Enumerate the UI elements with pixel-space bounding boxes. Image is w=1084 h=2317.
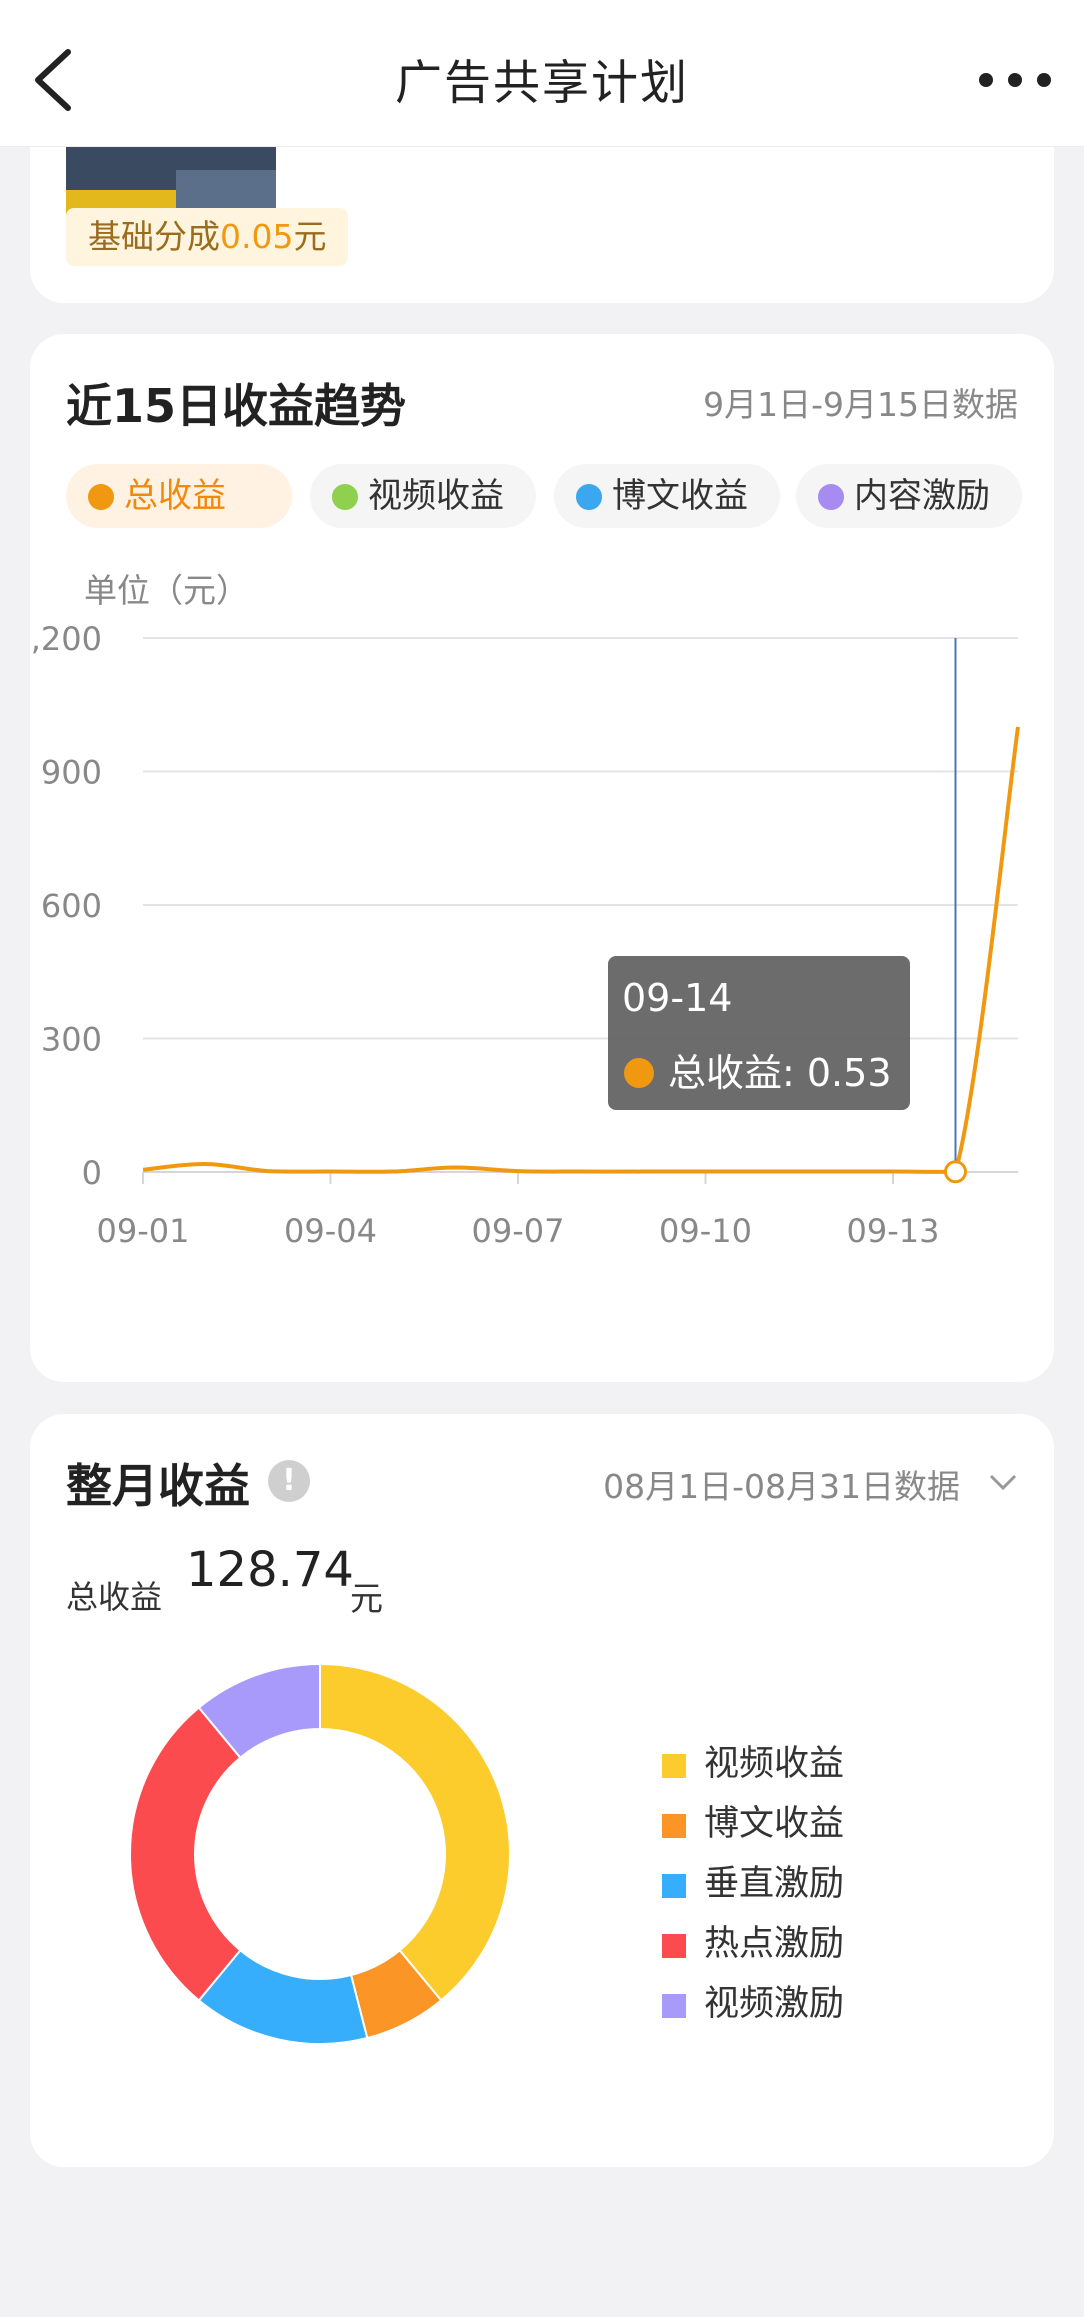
x-tick-label: 09-07 [472, 1212, 565, 1244]
y-tick-label: 900 [41, 754, 102, 792]
filter-dot-icon [332, 484, 358, 510]
y-tick-label: 1,200 [30, 624, 102, 658]
legend-label: 视频收益 [704, 1744, 845, 1784]
filter-video[interactable]: 视频收益 [310, 464, 536, 528]
total-value: 128.74 [186, 1542, 354, 1598]
legend-label: 视频激励 [704, 1984, 845, 2024]
donut-chart[interactable] [120, 1654, 520, 2054]
legend-label: 垂直激励 [704, 1864, 845, 1904]
trend-range: 9月1日-9月15日数据 [703, 385, 1018, 424]
legend-swatch [662, 1934, 686, 1958]
filter-total[interactable]: 总收益 [66, 464, 292, 528]
legend-swatch [662, 1814, 686, 1838]
more-dots-icon [979, 73, 1051, 87]
page-title: 广告共享计划 [395, 56, 689, 111]
legend-label: 热点激励 [704, 1924, 845, 1964]
filter-dot-icon [576, 484, 602, 510]
more-button[interactable] [976, 60, 1054, 100]
filter-post[interactable]: 博文收益 [554, 464, 780, 528]
filter-content-incentive[interactable]: 内容激励 [796, 464, 1022, 528]
filter-label: 博文收益 [612, 476, 748, 516]
x-tick-label: 09-04 [284, 1212, 377, 1244]
donut-slice-0[interactable] [319, 1662, 511, 2002]
filter-dot-icon [818, 484, 844, 510]
trend-card: 近15日收益趋势 9月1日-9月15日数据 总收益 视频收益 博文收益 内容激励… [30, 334, 1054, 1382]
trend-title: 近15日收益趋势 [66, 379, 407, 433]
y-tick-label: 300 [41, 1021, 102, 1059]
filter-label: 总收益 [124, 476, 226, 516]
tooltip-dot-icon [624, 1058, 654, 1088]
chart-tooltip: 09-14 总收益: 0.53 [608, 956, 910, 1110]
badge-label: 基础分成 [88, 217, 220, 256]
filter-label: 内容激励 [854, 476, 990, 516]
filter-label: 视频收益 [368, 476, 504, 516]
x-tick-label: 09-01 [97, 1212, 190, 1244]
info-icon[interactable]: ! [268, 1460, 310, 1502]
unit-label: 单位（元） [84, 571, 249, 610]
y-tick-label: 0 [82, 1154, 102, 1192]
total-label: 总收益 [66, 1578, 163, 1616]
badge-value: 0.05 [220, 217, 294, 256]
revenue-share-badge: 基础分成0.05元 [66, 208, 349, 266]
monthly-range[interactable]: 08月1日-08月31日数据 [603, 1460, 960, 1508]
badge-unit: 元 [293, 217, 327, 256]
line-chart[interactable]: 0 300 600 900 1,200 09-01 09-04 09-07 09-10 09-13 [30, 624, 1054, 1244]
x-tick-label: 09-10 [659, 1212, 752, 1244]
legend-swatch [662, 1874, 686, 1898]
monthly-title: 整月收益 [66, 1459, 250, 1513]
legend-swatch [662, 1994, 686, 2018]
tooltip-value: 总收益: 0.53 [668, 1051, 892, 1095]
data-point [944, 1160, 967, 1184]
legend-swatch [662, 1754, 686, 1778]
nav-bar: 广告共享计划 [0, 0, 1084, 147]
y-tick-label: 600 [41, 887, 102, 925]
total-unit: 元 [350, 1579, 383, 1618]
filter-dot-icon [88, 484, 114, 510]
monthly-card: 整月收益 ! 08月1日-08月31日数据 总收益 128.74 元 视频收益 … [30, 1414, 1054, 2167]
donut-slice-3[interactable] [129, 1706, 242, 2002]
legend-label: 博文收益 [704, 1804, 845, 1844]
tooltip-date: 09-14 [622, 976, 733, 1020]
x-tick-label: 09-13 [847, 1212, 940, 1244]
chevron-down-icon[interactable] [988, 1472, 1018, 1492]
